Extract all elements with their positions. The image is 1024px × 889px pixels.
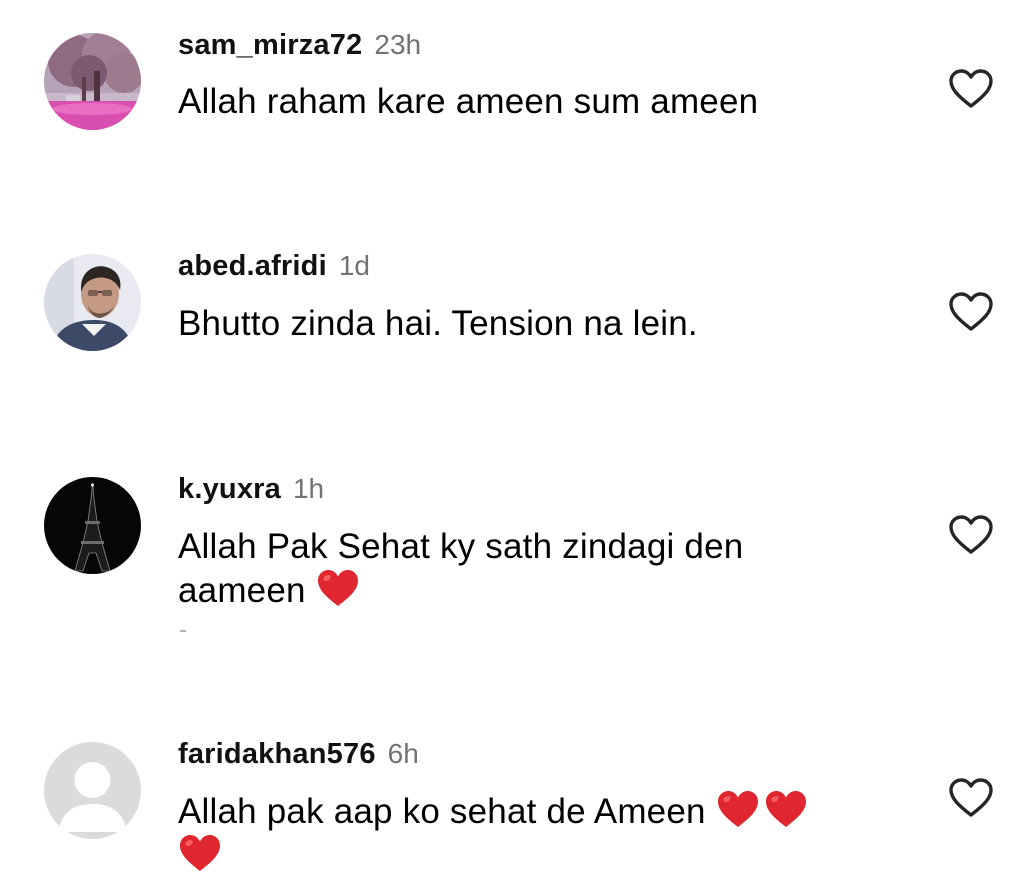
park-tree-photo [44, 33, 141, 130]
username[interactable]: faridakhan576 [178, 738, 376, 770]
timestamp: 23h [374, 29, 422, 60]
timestamp: 6h [387, 738, 419, 769]
heart-outline-icon [948, 514, 994, 556]
like-button[interactable] [948, 777, 994, 819]
comment-text: Allah raham kare ameen sum ameen [178, 82, 759, 121]
comment-text: Bhutto zinda hai. Tension na lein. [178, 304, 698, 343]
comment-header: k.yuxra 1h [178, 473, 324, 506]
like-button[interactable] [948, 514, 994, 556]
red-heart-emoji [764, 789, 808, 829]
divider-mark [180, 630, 186, 632]
username[interactable]: k.yuxra [178, 473, 281, 505]
username[interactable]: abed.afridi [178, 250, 327, 282]
comment-text-line: aameen [178, 571, 306, 610]
heart-outline-icon [948, 291, 994, 333]
comment-header: faridakhan576 6h [178, 738, 419, 771]
comment-header: sam_mirza72 23h [178, 29, 421, 62]
red-heart-emoji [716, 789, 760, 829]
comment-text: Allah pak aap ko sehat de Ameen [178, 789, 898, 877]
heart-outline-icon [948, 777, 994, 819]
comment-text-line: Allah Pak Sehat ky sath zindagi den [178, 527, 744, 566]
comment-text-line: Allah pak aap ko sehat de Ameen [178, 792, 706, 831]
avatar[interactable] [44, 33, 141, 130]
avatar[interactable] [44, 477, 141, 574]
timestamp: 1d [338, 250, 370, 281]
avatar[interactable] [44, 254, 141, 351]
like-button[interactable] [948, 68, 994, 110]
heart-outline-icon [948, 68, 994, 110]
man-with-sunglasses-photo [44, 254, 141, 351]
default-profile-placeholder [44, 742, 141, 839]
comment-text: Allah Pak Sehat ky sath zindagi den aame… [178, 525, 898, 612]
timestamp: 1h [292, 473, 325, 504]
avatar[interactable] [44, 742, 141, 839]
username[interactable]: sam_mirza72 [178, 29, 362, 61]
like-button[interactable] [948, 291, 994, 333]
red-heart-emoji [178, 833, 222, 873]
eiffel-tower-night-photo [44, 477, 141, 574]
red-heart-emoji [316, 568, 360, 608]
comment-header: abed.afridi 1d [178, 250, 370, 283]
